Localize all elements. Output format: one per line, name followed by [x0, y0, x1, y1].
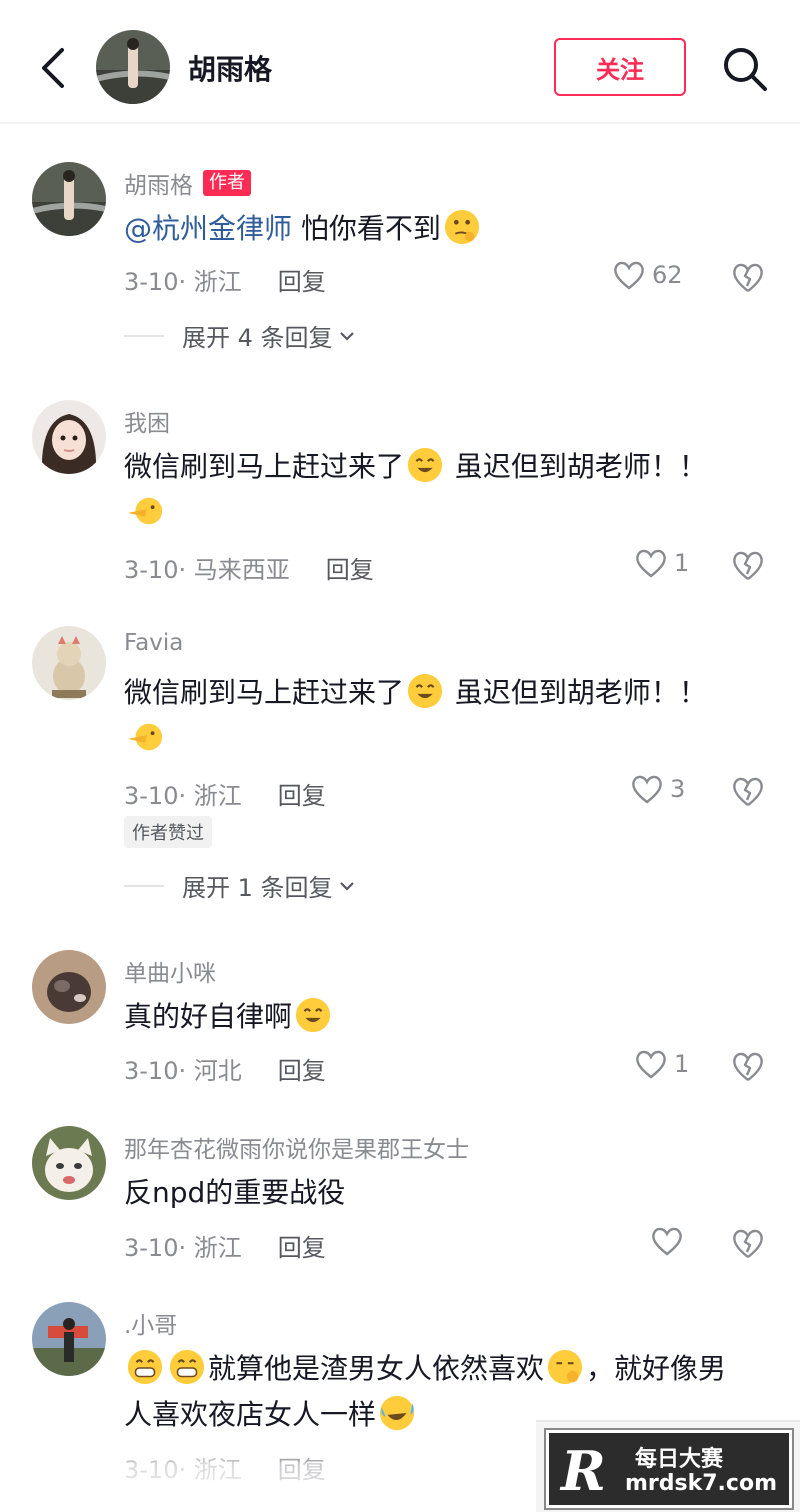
divider-line — [124, 884, 164, 887]
like-button[interactable]: 62 — [612, 259, 683, 291]
salute-emoji-icon — [127, 723, 163, 751]
header-avatar[interactable] — [96, 30, 170, 104]
broken-heart-icon[interactable] — [730, 260, 766, 294]
broken-heart-icon[interactable] — [730, 548, 766, 582]
commenter-name[interactable]: 单曲小咪 — [124, 954, 216, 988]
reply-button[interactable]: 回复 — [278, 262, 326, 297]
comment-meta: 3-10· 浙江 回复 — [124, 776, 326, 811]
expand-label: 展开 4 条回复 — [182, 324, 333, 352]
smile-emoji-icon — [407, 447, 443, 483]
watermark-r: R — [561, 1439, 606, 1503]
username-text[interactable]: 我困 — [124, 404, 170, 438]
heart-icon — [636, 1050, 666, 1079]
commenter-avatar[interactable] — [32, 400, 106, 474]
like-button[interactable]: 1 — [634, 547, 689, 579]
reply-button[interactable]: 回复 — [278, 776, 326, 811]
comment-body-2: 虽迟但到胡老师！！ — [446, 676, 707, 709]
search-icon[interactable] — [720, 44, 770, 94]
broken-heart-icon[interactable] — [730, 1049, 766, 1083]
broken-heart-icon[interactable] — [730, 1226, 766, 1260]
like-button[interactable] — [650, 1225, 690, 1257]
laugh-cry-emoji-icon — [379, 1395, 415, 1431]
commenter-name[interactable]: Favia — [124, 630, 183, 656]
username-text[interactable]: 那年杏花微雨你说你是果郡王女士 — [124, 1130, 469, 1164]
comment-body: 微信刷到马上赶过来了 — [124, 676, 405, 709]
username-text[interactable]: 单曲小咪 — [124, 954, 216, 988]
username-text[interactable]: 胡雨格 — [124, 166, 193, 200]
chevron-down-icon — [339, 331, 354, 341]
like-count: 1 — [674, 1050, 690, 1078]
expand-replies[interactable]: 展开 1 条回复 — [124, 868, 355, 903]
comment-text: 微信刷到马上赶过来了 虽迟但到胡老师！！ — [124, 670, 764, 762]
date-location: 3-10· 浙江 — [124, 1234, 242, 1262]
divider-line — [124, 334, 164, 337]
top-bar: 胡雨格 关注 — [0, 0, 800, 124]
like-count: 1 — [674, 549, 690, 577]
comment-body: 怕你看不到 — [292, 212, 441, 245]
back-arrow-icon[interactable] — [32, 42, 76, 94]
heart-icon — [636, 549, 666, 578]
chevron-down-icon — [339, 881, 354, 891]
comment-body: 反npd的重要战役 — [124, 1176, 346, 1209]
expand-replies[interactable]: 展开 4 条回复 — [124, 318, 355, 353]
comment-body: 真的好自律啊 — [124, 1000, 293, 1033]
thinking-emoji-icon — [444, 209, 480, 245]
heart-icon — [652, 1227, 682, 1256]
mention-link[interactable]: @杭州金律师 — [124, 212, 292, 245]
grin-emoji-icon — [127, 1349, 163, 1385]
comment-meta: 3-10· 浙江 回复 — [124, 262, 326, 297]
reply-button[interactable]: 回复 — [278, 1051, 326, 1086]
comment-meta: 3-10· 浙江 回复 — [124, 1228, 326, 1263]
header-username: 胡雨格 — [188, 53, 273, 86]
date-location: 3-10· 河北 — [124, 1057, 242, 1085]
reply-button[interactable]: 回复 — [278, 1228, 326, 1263]
comment-body-2: 虽迟但到胡老师！！ — [446, 450, 707, 483]
watermark-url: mrdsk7.com — [625, 1471, 777, 1496]
commenter-avatar[interactable] — [32, 162, 106, 236]
comment-meta: 3-10· 河北 回复 — [124, 1051, 326, 1086]
watermark: R 每日大赛 mrdsk7.com — [536, 1420, 800, 1512]
heart-icon — [614, 261, 644, 290]
like-count: 62 — [652, 261, 683, 289]
like-button[interactable]: 1 — [634, 1048, 689, 1080]
comment-body: 就算他是渣男女人依然喜欢 — [208, 1352, 545, 1385]
reply-button[interactable]: 回复 — [326, 550, 374, 585]
username-text[interactable]: Favia — [124, 630, 183, 656]
smile-emoji-icon — [407, 673, 443, 709]
author-liked-badge: 作者赞过 — [124, 816, 212, 848]
author-badge: 作者 — [203, 170, 251, 196]
expand-label: 展开 1 条回复 — [182, 874, 333, 902]
comment-text: 反npd的重要战役 — [124, 1170, 764, 1216]
comment-text: 真的好自律啊 — [124, 994, 764, 1040]
heart-icon — [632, 775, 662, 804]
username-text[interactable]: .小哥 — [124, 1306, 177, 1340]
date-location: 3-10· 浙江 — [124, 268, 242, 296]
commenter-avatar[interactable] — [32, 1302, 106, 1376]
broken-heart-icon[interactable] — [730, 774, 766, 808]
like-count: 3 — [670, 775, 686, 803]
like-button[interactable]: 3 — [630, 773, 685, 805]
comment-body: 微信刷到马上赶过来了 — [124, 450, 405, 483]
smile-emoji-icon — [295, 997, 331, 1033]
commenter-avatar[interactable] — [32, 950, 106, 1024]
comment-text: @杭州金律师 怕你看不到 — [124, 206, 764, 252]
salute-emoji-icon — [127, 497, 163, 525]
commenter-name[interactable]: 我困 — [124, 404, 170, 438]
watermark-logo: R 每日大赛 mrdsk7.com — [544, 1428, 794, 1510]
bottom-fade — [0, 1462, 536, 1512]
watermark-cn: 每日大赛 — [635, 1447, 724, 1472]
commenter-name[interactable]: .小哥 — [124, 1306, 177, 1340]
comment-meta: 3-10· 马来西亚 回复 — [124, 550, 374, 585]
date-location: 3-10· 浙江 — [124, 782, 242, 810]
date-location: 3-10· 马来西亚 — [124, 556, 290, 584]
commenter-avatar[interactable] — [32, 1126, 106, 1200]
smirk-emoji-icon — [547, 1349, 583, 1385]
commenter-name[interactable]: 那年杏花微雨你说你是果郡王女士 — [124, 1130, 469, 1164]
commenter-name[interactable]: 胡雨格 作者 — [124, 166, 251, 200]
grin-emoji-icon — [169, 1349, 205, 1385]
commenter-avatar[interactable] — [32, 626, 106, 700]
comment-text: 微信刷到马上赶过来了 虽迟但到胡老师！！ — [124, 444, 764, 536]
follow-button[interactable]: 关注 — [554, 38, 686, 96]
